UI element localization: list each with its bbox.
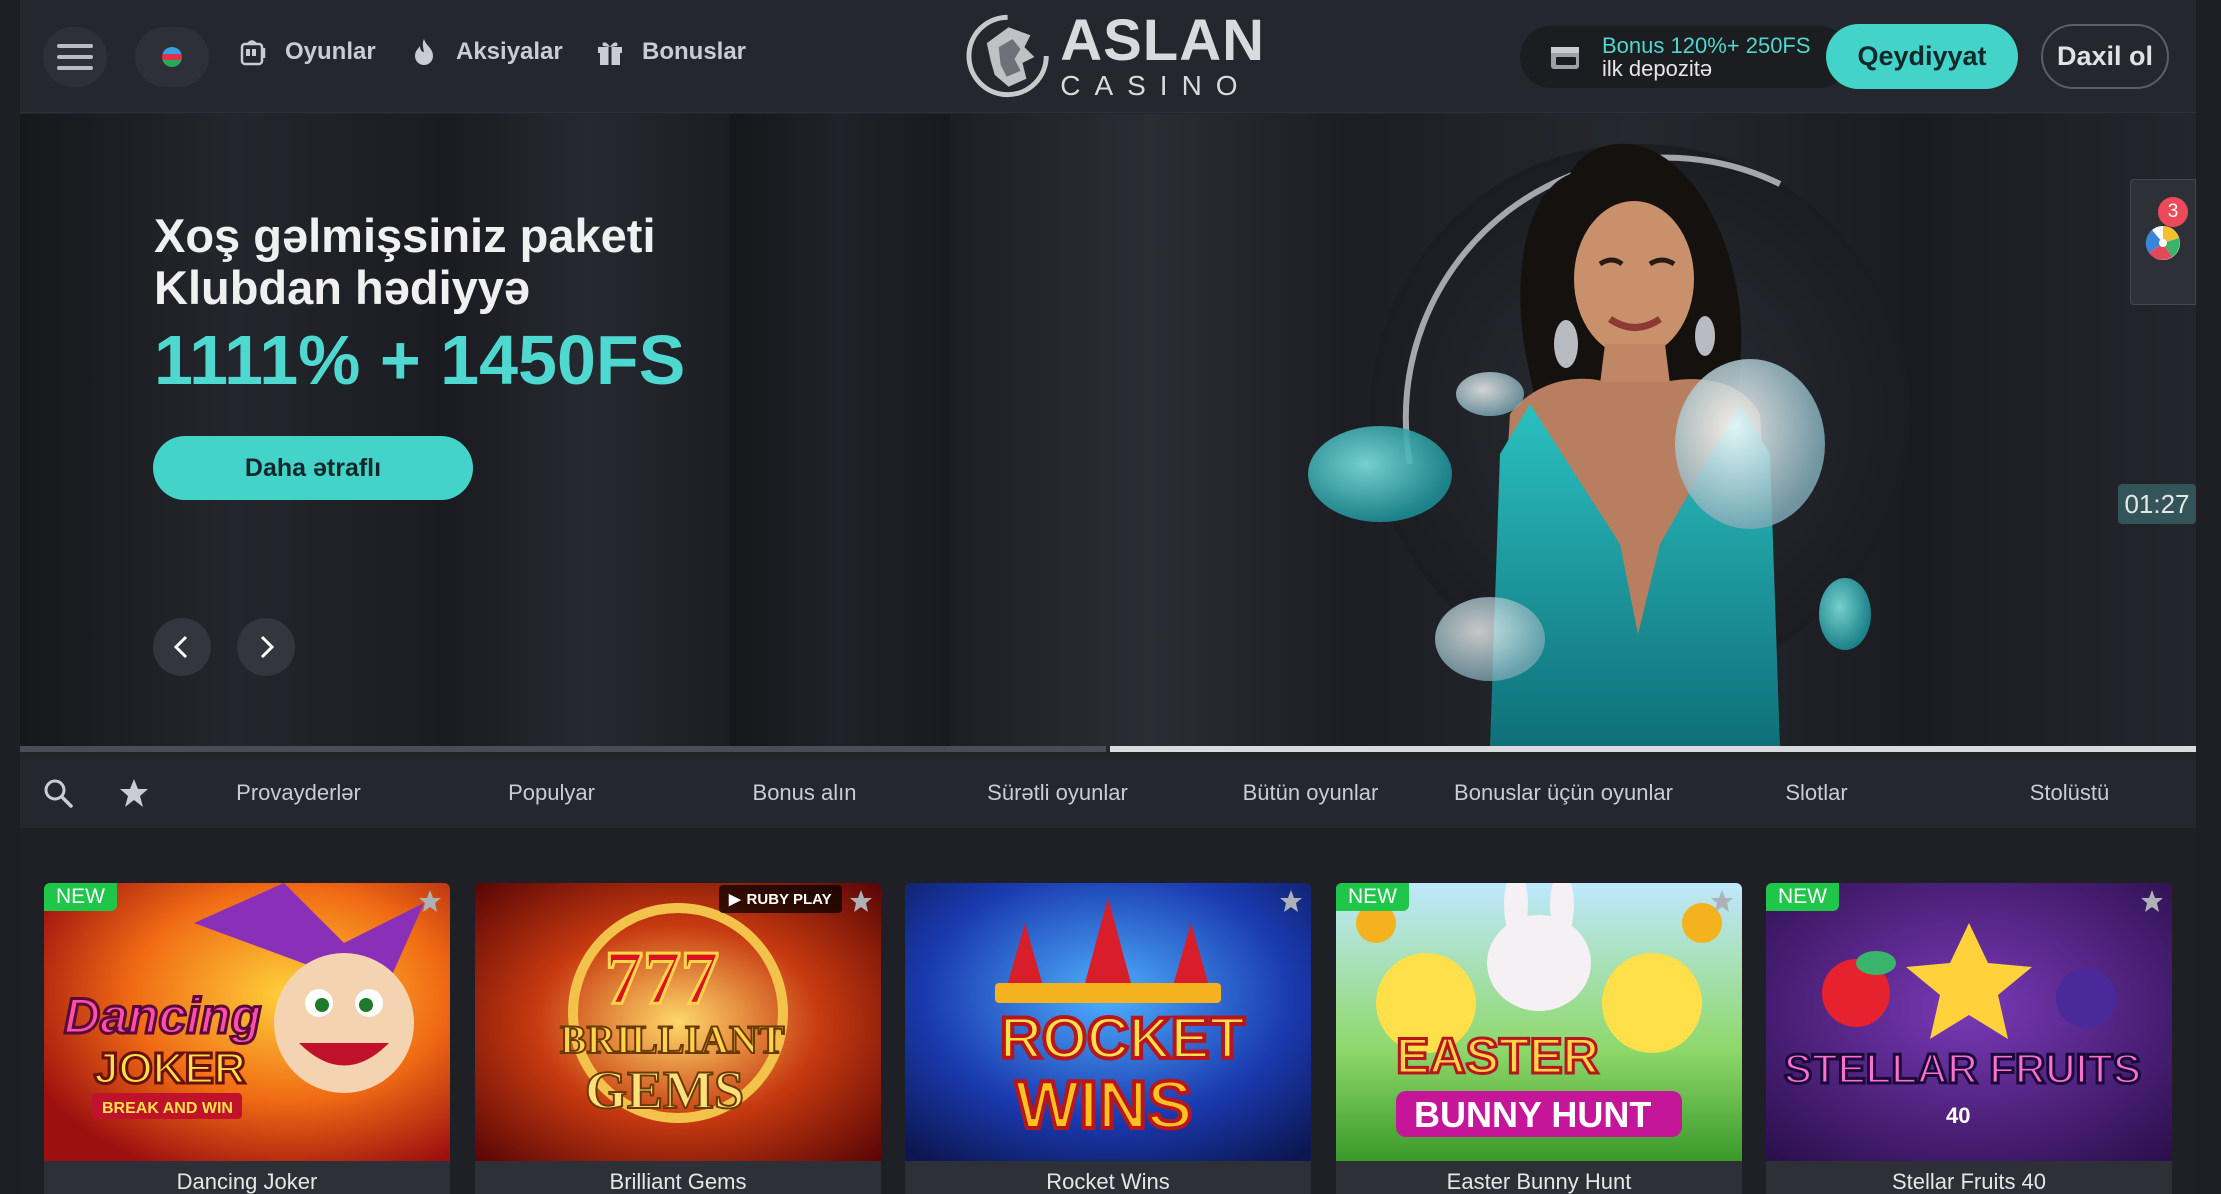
game-logo-text: ROCKET bbox=[1000, 1006, 1245, 1071]
game-logo-text: BRILLIANT bbox=[560, 1017, 785, 1062]
game-logo-text: GEMS bbox=[585, 1060, 744, 1120]
game-thumbnail: Dancing JOKER BREAK AND WIN bbox=[44, 883, 450, 1161]
fortune-wheel-icon bbox=[2145, 226, 2180, 260]
tab-popular[interactable]: Populyar bbox=[425, 758, 678, 828]
hero-title-line: Xoş gəlmişsiniz paketi bbox=[154, 209, 656, 262]
aslan-casino-logo[interactable]: ASLAN CASINO bbox=[965, 12, 1265, 100]
search-button[interactable] bbox=[20, 758, 96, 828]
deposit-bonus-banner[interactable]: Bonus 120%+ 250FS ilk depozitə bbox=[1520, 26, 1850, 88]
favorite-star-icon[interactable] bbox=[1710, 889, 1734, 913]
games-grid: Dancing JOKER BREAK AND WIN NEW Dancing … bbox=[20, 828, 2196, 1194]
bonus-condition: ilk depozitə bbox=[1602, 56, 1713, 81]
game-logo-text: 40 bbox=[1946, 1103, 1970, 1128]
game-thumbnail: EASTER BUNNY HUNT bbox=[1336, 883, 1742, 1161]
language-button[interactable] bbox=[135, 27, 209, 87]
tab-all-games[interactable]: Bütün oyunlar bbox=[1184, 758, 1437, 828]
flame-icon bbox=[415, 39, 433, 65]
gift-icon bbox=[598, 42, 622, 65]
menu-icon-line bbox=[57, 55, 93, 59]
tab-bonus-games[interactable]: Bonuslar üçün oyunlar bbox=[1437, 758, 1690, 828]
game-logo-text: 777 bbox=[605, 936, 719, 1020]
page: Oyunlar Aksiyalar Bonuslar ASLAN CASINO bbox=[20, 0, 2196, 1194]
game-logo-text: WINS bbox=[1015, 1067, 1193, 1143]
logo-subtitle: CASINO bbox=[1060, 70, 1252, 101]
menu-icon-line bbox=[57, 44, 93, 48]
slot-machine-icon bbox=[240, 40, 266, 66]
provider-badge: ▶ RUBY PLAY bbox=[719, 885, 842, 913]
nav-bonuses-label: Bonuslar bbox=[642, 38, 747, 65]
logo-wordmark: ASLAN bbox=[1060, 8, 1265, 73]
hero-model-illustration bbox=[1308, 143, 1910, 748]
tab-bonus-buy[interactable]: Bonus alın bbox=[678, 758, 931, 828]
tab-providers[interactable]: Provayderlər bbox=[172, 758, 425, 828]
menu-button[interactable] bbox=[43, 27, 107, 87]
nav-bonuses[interactable]: Bonuslar bbox=[594, 36, 746, 68]
game-card[interactable]: 777 BRILLIANT GEMS ▶ RUBY PLAY Brilliant… bbox=[475, 883, 881, 1194]
game-logo-text: BUNNY HUNT bbox=[1414, 1094, 1651, 1135]
favorites-button[interactable] bbox=[96, 758, 172, 828]
game-card[interactable]: Dancing JOKER BREAK AND WIN NEW Dancing … bbox=[44, 883, 450, 1194]
prev-slide-button[interactable] bbox=[153, 618, 211, 676]
lion-head-icon bbox=[966, 14, 1049, 98]
login-button[interactable]: Daxil ol bbox=[2041, 24, 2169, 89]
menu-icon-line bbox=[57, 66, 93, 70]
wallet-icon bbox=[1551, 47, 1579, 69]
game-title: Brilliant Gems bbox=[609, 1169, 747, 1194]
new-badge: NEW bbox=[1336, 883, 1409, 911]
game-logo-text: Dancing bbox=[64, 988, 261, 1044]
game-logo-text: JOKER bbox=[94, 1044, 246, 1093]
category-bar: Provayderlər Populyar Bonus alın Sürətli… bbox=[20, 758, 2196, 828]
next-slide-button[interactable] bbox=[237, 618, 295, 676]
more-info-button[interactable]: Daha ətraflı bbox=[153, 436, 473, 500]
favorite-star-icon[interactable] bbox=[2140, 889, 2164, 913]
new-badge: NEW bbox=[44, 883, 117, 911]
play-icon: ▶ bbox=[729, 891, 741, 908]
curtain-panel bbox=[730, 114, 950, 748]
new-badge: NEW bbox=[1766, 883, 1839, 911]
game-title: Rocket Wins bbox=[1046, 1169, 1170, 1194]
star-icon bbox=[120, 779, 148, 807]
game-card[interactable]: STELLAR FRUITS 40 NEW Stellar Fruits 40 bbox=[1766, 883, 2172, 1194]
game-thumbnail: ROCKET WINS bbox=[905, 883, 1311, 1161]
favorite-star-icon[interactable] bbox=[849, 889, 873, 913]
game-title: Dancing Joker bbox=[176, 1169, 318, 1194]
header: Oyunlar Aksiyalar Bonuslar ASLAN CASINO bbox=[20, 0, 2196, 113]
game-thumbnail: 777 BRILLIANT GEMS bbox=[475, 883, 881, 1161]
nav-promotions[interactable]: Aksiyalar bbox=[408, 36, 563, 68]
notification-badge: 3 bbox=[2158, 197, 2188, 227]
tab-fast-games[interactable]: Sürətli oyunlar bbox=[931, 758, 1184, 828]
nav-promotions-label: Aksiyalar bbox=[456, 38, 563, 65]
tab-slots[interactable]: Slotlar bbox=[1690, 758, 1943, 828]
favorite-star-icon[interactable] bbox=[418, 889, 442, 913]
bonus-wheel-widget[interactable]: 3 bbox=[2130, 179, 2196, 305]
game-title: Stellar Fruits 40 bbox=[1891, 1169, 2047, 1194]
game-thumbnail: STELLAR FRUITS 40 bbox=[1766, 883, 2172, 1161]
provider-name: RUBY PLAY bbox=[746, 890, 832, 908]
tab-table-games[interactable]: Stolüstü bbox=[1943, 758, 2196, 828]
bonus-amount: Bonus 120%+ 250FS bbox=[1602, 33, 1811, 58]
nav-games-label: Oyunlar bbox=[285, 38, 376, 65]
slide-indicator[interactable] bbox=[20, 746, 1106, 752]
slide-timer: 01:27 bbox=[2118, 484, 2196, 524]
azerbaijan-flag-icon bbox=[162, 47, 182, 67]
search-icon bbox=[44, 779, 73, 808]
hero-title: Xoş gəlmişsiniz paketi Klubdan hədiyyə bbox=[154, 210, 656, 314]
game-logo-text: STELLAR FRUITS bbox=[1784, 1045, 2141, 1092]
nav-games[interactable]: Oyunlar bbox=[237, 36, 376, 68]
game-logo-text: EASTER bbox=[1396, 1028, 1599, 1084]
chevron-right-icon bbox=[260, 635, 275, 659]
register-button[interactable]: Qeydiyyat bbox=[1826, 24, 2018, 89]
hero-bonus-amount: 1111% + 1450FS bbox=[154, 321, 686, 399]
favorite-star-icon[interactable] bbox=[1279, 889, 1303, 913]
slide-indicator-active[interactable] bbox=[1110, 746, 2196, 752]
game-logo-text: BREAK AND WIN bbox=[102, 1100, 233, 1117]
game-card[interactable]: ROCKET WINS Rocket Wins bbox=[905, 883, 1311, 1194]
chevron-left-icon bbox=[173, 635, 188, 659]
slider-progress bbox=[20, 746, 2196, 752]
hero-title-line: Klubdan hədiyyə bbox=[154, 261, 531, 314]
game-card[interactable]: EASTER BUNNY HUNT NEW Easter Bunny Hunt bbox=[1336, 883, 1742, 1194]
game-title: Easter Bunny Hunt bbox=[1446, 1169, 1632, 1194]
hero-banner[interactable]: Xoş gəlmişsiniz paketi Klubdan hədiyyə 1… bbox=[20, 114, 2196, 748]
